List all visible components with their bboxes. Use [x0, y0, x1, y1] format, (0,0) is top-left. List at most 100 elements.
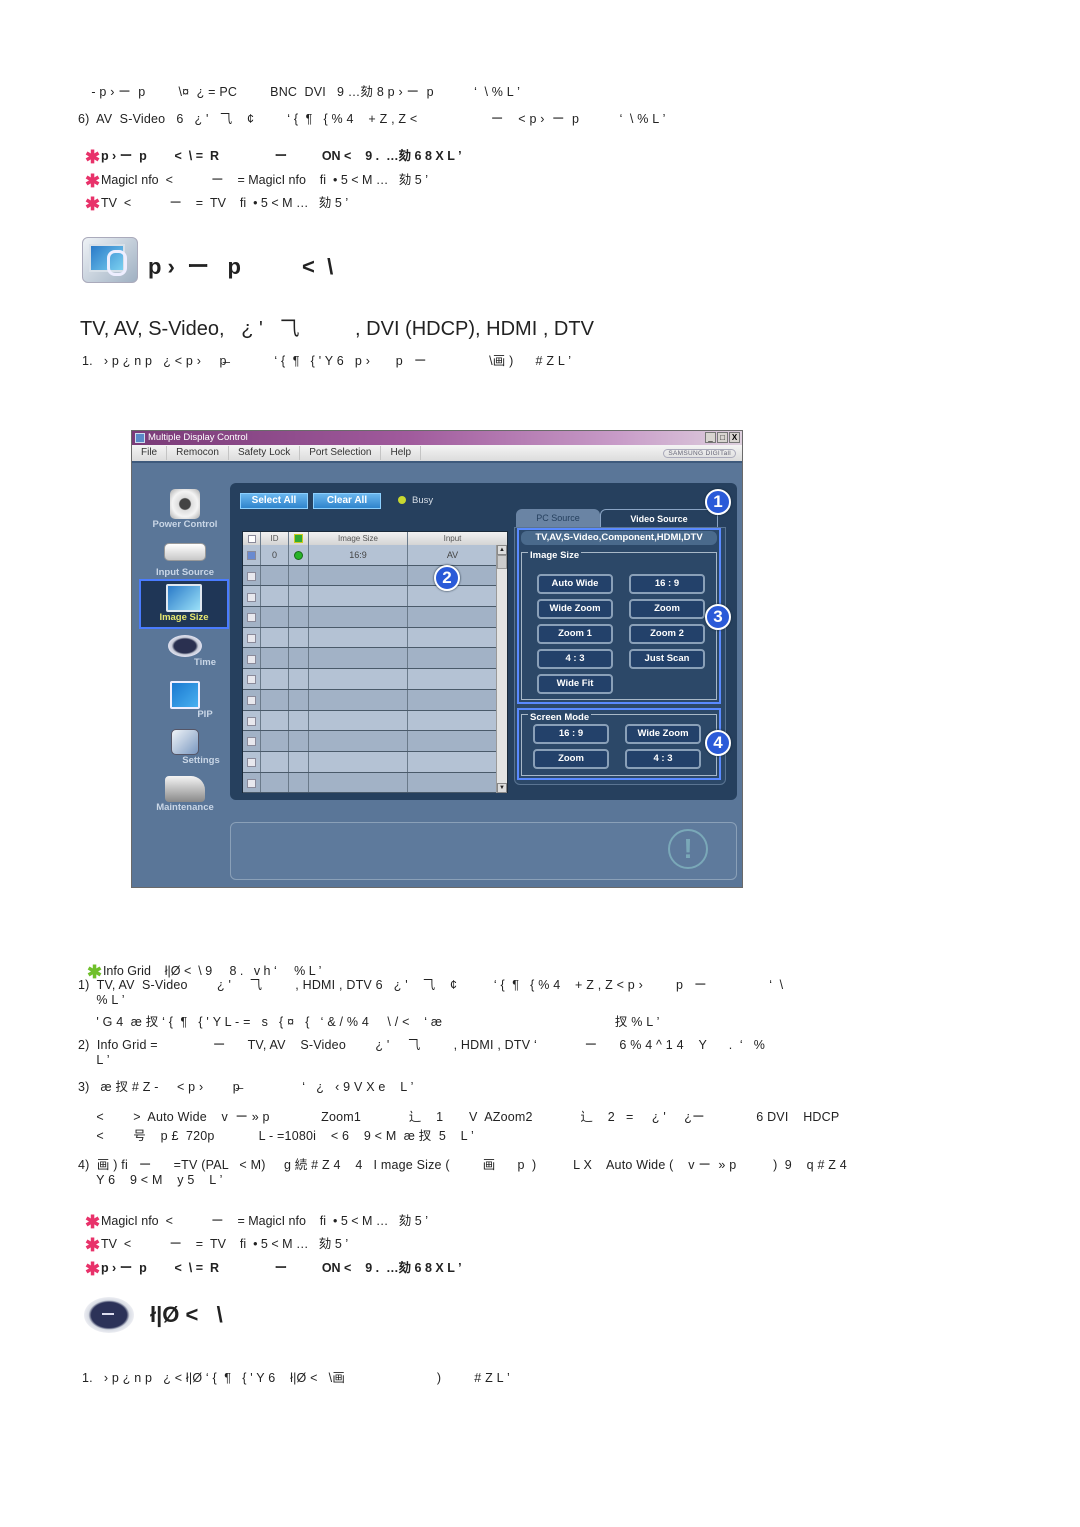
checkbox-icon[interactable] — [247, 778, 256, 788]
text-line: < > Auto Wide v ー » p Zoom1 ⻌ 1 V AZoom2… — [78, 1110, 840, 1124]
grid-row[interactable] — [243, 607, 507, 628]
cell-id — [261, 689, 289, 710]
row-checkbox[interactable] — [243, 772, 261, 793]
auto-wide-button[interactable]: Auto Wide — [537, 574, 613, 594]
grid-row[interactable] — [243, 565, 507, 587]
row-checkbox[interactable] — [243, 751, 261, 772]
note-text: p › ー p < \ = R ー ON < 9 . …劾 6 8 X L ’ — [100, 1261, 462, 1275]
menu-safety-lock[interactable]: Safety Lock — [229, 446, 301, 460]
cell-input — [408, 711, 497, 731]
row-checkbox[interactable] — [243, 607, 261, 627]
zoom-1-button[interactable]: Zoom 1 — [537, 624, 613, 644]
grid-row[interactable] — [243, 689, 507, 711]
step-text: 1. › p ¿ n p ¿ < ł|Ø ‘ { ¶ { ' Y 6 ł|Ø <… — [82, 1371, 510, 1385]
row-checkbox[interactable] — [243, 710, 261, 731]
sidebar-item-label: Input Source — [155, 567, 215, 578]
grid-row[interactable] — [243, 648, 507, 670]
text-line: 1) TV, AV S-Video ¿ ' ⺄ , HDMI , DTV 6 ¿… — [78, 978, 784, 992]
zoom-button[interactable]: Zoom — [629, 599, 705, 619]
menu-file[interactable]: File — [132, 446, 168, 460]
text-line: Y 6 9 < M y 5 L ’ — [78, 1173, 223, 1187]
grid-row[interactable]: 0 16:9 AV — [243, 545, 507, 566]
sidebar-item-maintenance[interactable]: Maintenance — [140, 776, 230, 813]
sidebar-item-input-source[interactable]: Input Source — [140, 539, 230, 578]
grid-row[interactable] — [243, 669, 507, 690]
grid-row[interactable] — [243, 627, 507, 649]
screen-16-9-button[interactable]: 16 : 9 — [533, 724, 609, 744]
4-3-button[interactable]: 4 : 3 — [537, 649, 613, 669]
sidebar-item-pip[interactable]: PIP — [140, 681, 230, 720]
zoom-2-button[interactable]: Zoom 2 — [629, 624, 705, 644]
checkbox-icon[interactable] — [247, 571, 256, 581]
row-checkbox[interactable] — [243, 545, 261, 565]
input-source-icon — [164, 543, 206, 561]
select-all-button[interactable]: Select All — [240, 493, 308, 509]
screen-zoom-button[interactable]: Zoom — [533, 749, 609, 769]
screen-4-3-button[interactable]: 4 : 3 — [625, 749, 701, 769]
checkbox-icon[interactable] — [247, 737, 256, 747]
grid-row[interactable] — [243, 731, 507, 752]
note-item: ✱p › ー p < \ = R ー ON < 9 . …劾 6 8 X L ’ — [78, 1243, 462, 1278]
row-checkbox[interactable] — [243, 648, 261, 669]
pip-icon — [170, 681, 200, 709]
menu-help[interactable]: Help — [381, 446, 422, 460]
wide-zoom-button[interactable]: Wide Zoom — [537, 599, 613, 619]
sources-header: TV,AV,S-Video,Component,HDMI,DTV — [521, 531, 717, 545]
just-scan-button[interactable]: Just Scan — [629, 649, 705, 669]
cell-status — [289, 710, 309, 731]
screen-wide-zoom-button[interactable]: Wide Zoom — [625, 724, 701, 744]
checkbox-icon[interactable] — [247, 695, 256, 705]
scroll-up-icon[interactable]: ▲ — [497, 545, 507, 555]
tab-pc-source[interactable]: PC Source — [516, 509, 600, 527]
text-line: 4) 画 ) fi ー =TV (PAL < M) g 続 # Z 4 4 I … — [78, 1158, 847, 1172]
sidebar-item-label: Time — [193, 657, 216, 668]
grid-row[interactable] — [243, 772, 507, 794]
cell-input — [408, 669, 497, 689]
row-checkbox[interactable] — [243, 689, 261, 710]
row-checkbox[interactable] — [243, 565, 261, 586]
scroll-thumb[interactable] — [497, 555, 507, 569]
sidebar-item-image-size[interactable]: Image Size — [139, 579, 229, 629]
cell-id — [261, 710, 289, 731]
16-9-button[interactable]: 16 : 9 — [629, 574, 705, 594]
close-button[interactable]: X — [729, 432, 740, 443]
cell-id — [261, 669, 289, 689]
menu-remocon[interactable]: Remocon — [167, 446, 229, 460]
tab-video-source[interactable]: Video Source — [600, 509, 718, 527]
checkbox-icon[interactable] — [247, 551, 256, 561]
checkbox-icon[interactable] — [247, 654, 256, 664]
checkbox-icon[interactable] — [247, 758, 256, 767]
busy-label: Busy — [412, 495, 434, 506]
row-checkbox[interactable] — [243, 586, 261, 607]
cell-status — [289, 772, 309, 793]
row-checkbox[interactable] — [243, 731, 261, 751]
checkbox-icon[interactable] — [247, 716, 256, 726]
select-all-checkbox[interactable] — [243, 532, 261, 545]
grid-scrollbar[interactable]: ▲ ▼ — [496, 545, 507, 793]
row-checkbox[interactable] — [243, 627, 261, 648]
maximize-button[interactable]: □ — [717, 432, 728, 443]
row-checkbox[interactable] — [243, 669, 261, 689]
cell-image-size — [309, 648, 408, 669]
maintenance-icon — [165, 776, 205, 802]
checkbox-icon[interactable] — [247, 592, 256, 602]
sidebar-item-label: Image Size — [159, 612, 209, 623]
wide-fit-button[interactable]: Wide Fit — [537, 674, 613, 694]
checkbox-icon[interactable] — [247, 633, 256, 643]
image-size-icon — [166, 584, 202, 612]
grid-row[interactable] — [243, 751, 507, 773]
cell-id — [261, 731, 289, 751]
checkbox-icon[interactable] — [247, 675, 256, 685]
sidebar-item-time[interactable]: Time — [140, 635, 230, 668]
clear-all-button[interactable]: Clear All — [313, 493, 381, 509]
checkbox-icon[interactable] — [247, 613, 256, 623]
cell-input — [408, 773, 497, 793]
minimize-button[interactable]: _ — [705, 432, 716, 443]
sidebar-item-settings[interactable]: Settings — [140, 729, 230, 766]
sidebar-item-power-control[interactable]: Power Control — [140, 489, 230, 530]
menu-port-selection[interactable]: Port Selection — [300, 446, 382, 460]
cell-status — [289, 565, 309, 586]
grid-row[interactable] — [243, 710, 507, 732]
scroll-down-icon[interactable]: ▼ — [497, 783, 507, 793]
grid-row[interactable] — [243, 586, 507, 608]
